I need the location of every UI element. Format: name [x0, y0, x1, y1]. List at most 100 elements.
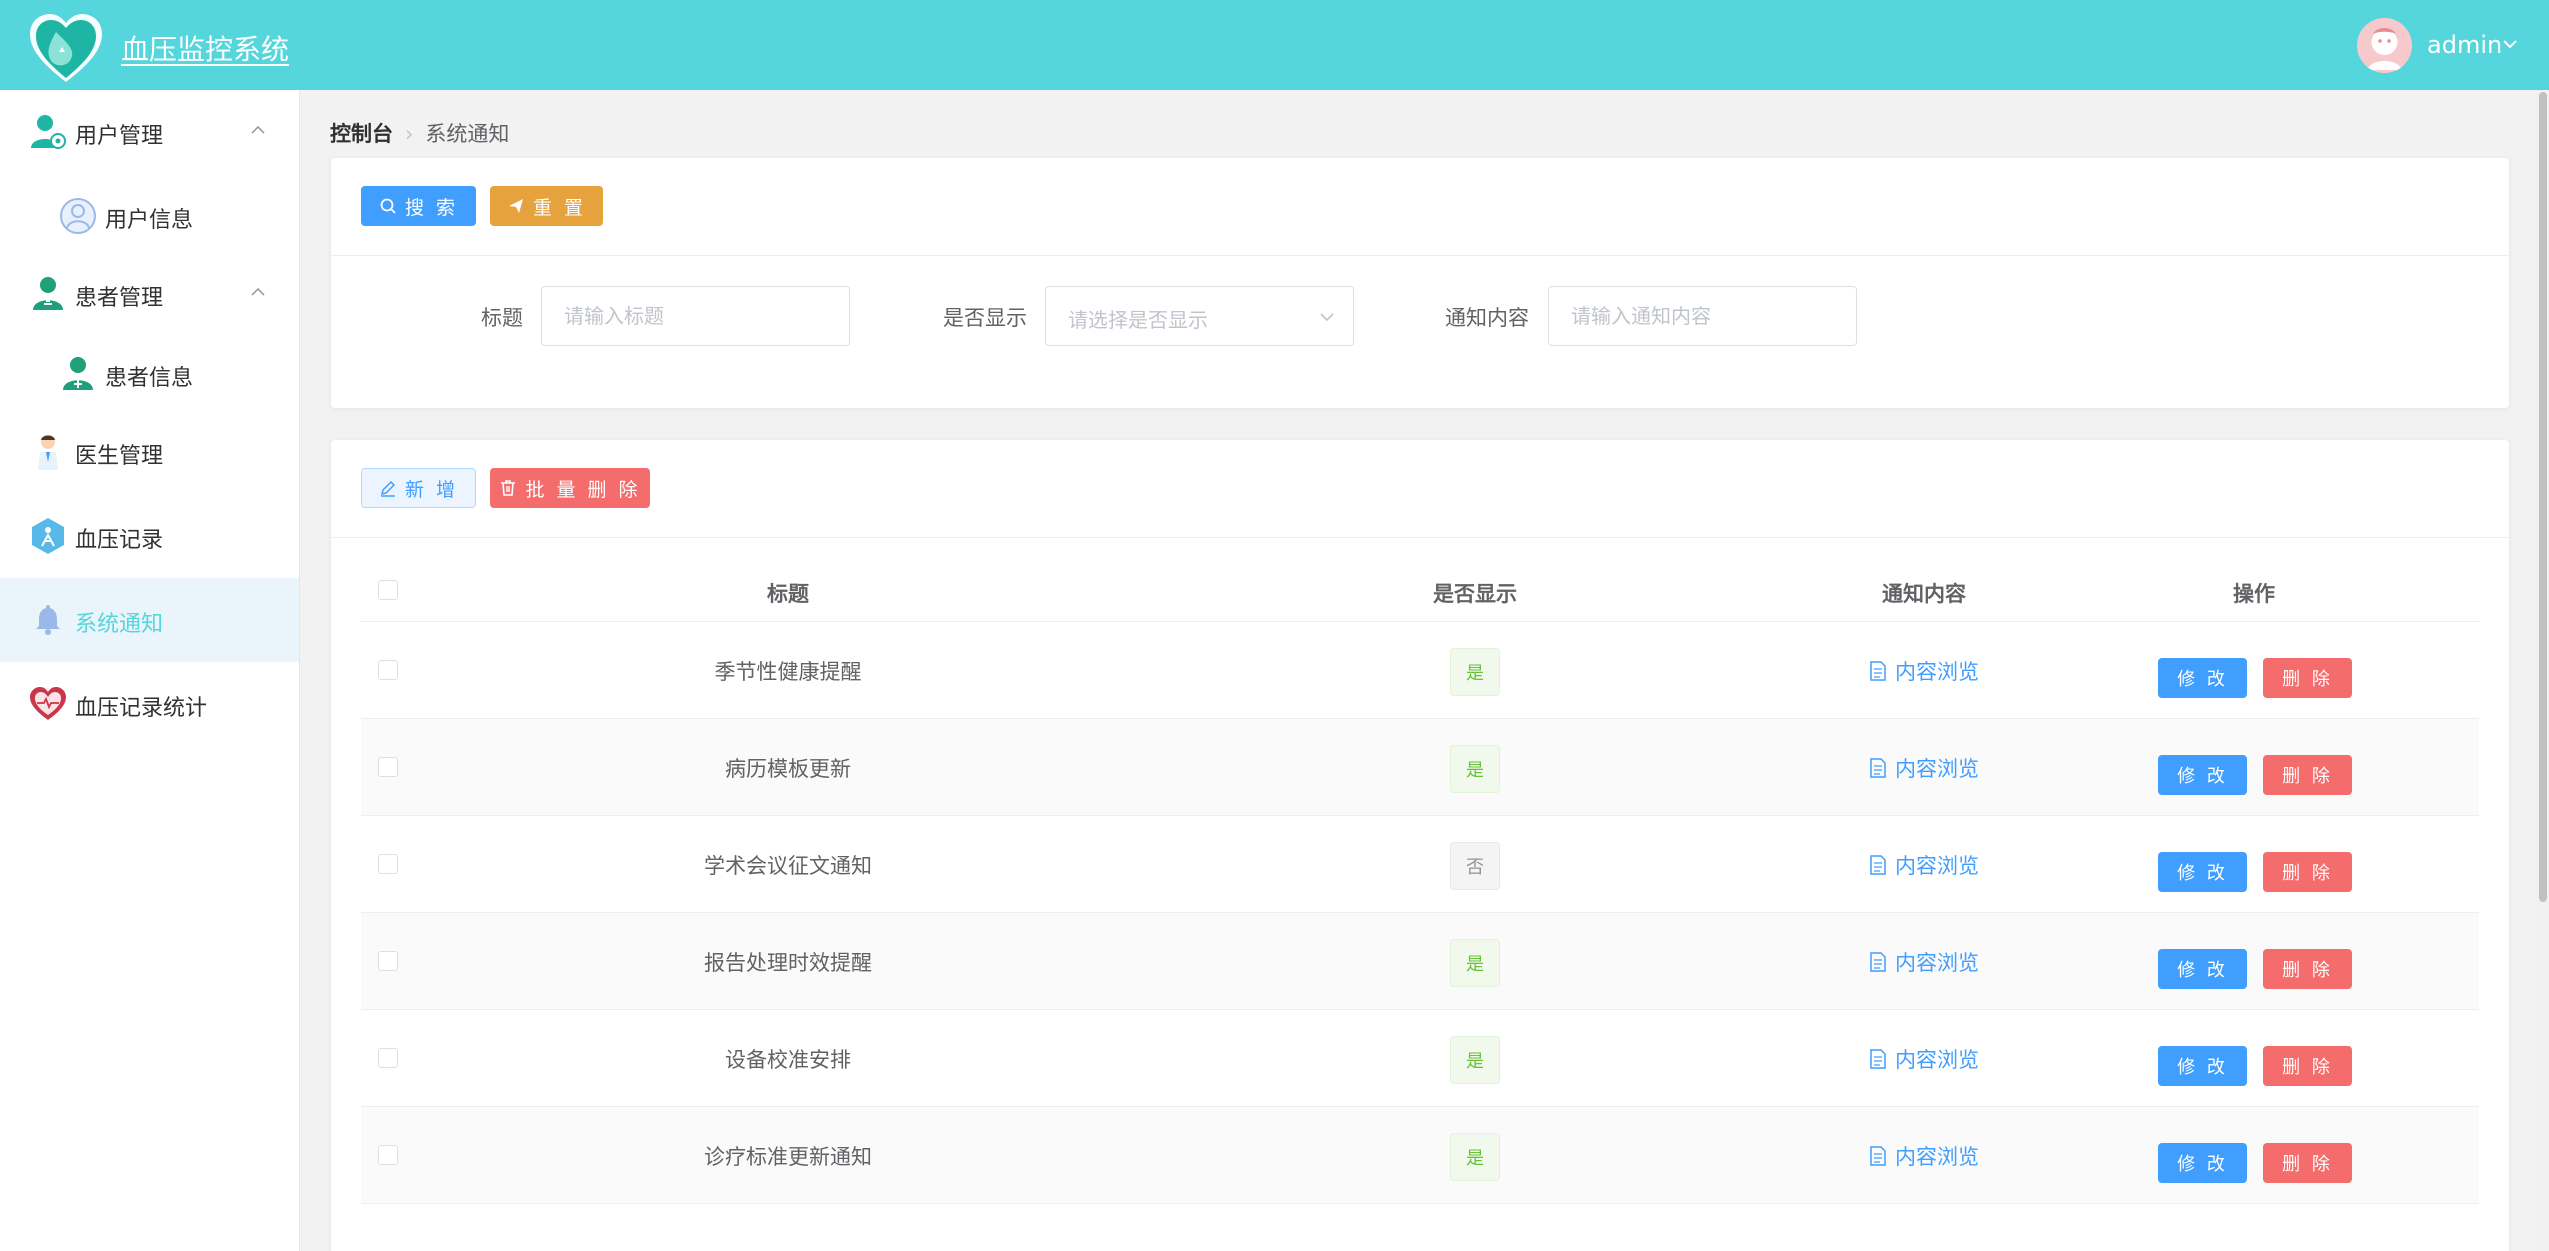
scrollbar-thumb[interactable]: [2539, 92, 2547, 902]
content-label: 通知内容: [1445, 306, 1529, 330]
sidebar-item-label: 系统通知: [75, 612, 164, 637]
row-checkbox[interactable]: [378, 660, 398, 680]
breadcrumb-home[interactable]: 控制台: [330, 122, 393, 146]
sidebar-item-bp-record[interactable]: 血压记录: [0, 494, 299, 578]
row-checkbox[interactable]: [378, 854, 398, 874]
search-card: 搜 索 重 置 标题 是否显示 请选择是否显示 通知内容: [331, 158, 2509, 408]
sidebar-item-label: 用户管理: [75, 124, 164, 149]
cell-title: 病历模板更新: [725, 757, 851, 781]
cell-title: 季节性健康提醒: [714, 660, 862, 684]
sidebar-item-bp-stat[interactable]: 血压记录统计: [0, 662, 299, 746]
sidebar-item-label: 血压记录: [75, 528, 164, 553]
patient-info-icon: [63, 357, 93, 390]
chevron-up-icon: [251, 287, 265, 296]
document-icon: [1870, 661, 1886, 681]
batch-delete-button[interactable]: 批 量 删 除: [490, 468, 650, 508]
col-header-show[interactable]: 是否显示: [1433, 578, 1517, 608]
cell-title: 设备校准安排: [725, 1048, 851, 1072]
delete-button[interactable]: 删 除: [2263, 1046, 2352, 1086]
sidebar-item-doctor[interactable]: 医生管理: [0, 410, 299, 494]
sidebar-item-user-info[interactable]: 用户信息: [0, 174, 299, 258]
col-header-content[interactable]: 通知内容: [1882, 578, 1966, 608]
document-icon: [1870, 952, 1886, 972]
sidebar-item-patient-manage[interactable]: 患者管理: [0, 252, 299, 336]
table-row: 诊疗标准更新通知 是 内容浏览 修 改 删 除: [361, 1107, 2479, 1204]
send-icon: [508, 199, 523, 213]
col-header-action: 操作: [2233, 582, 2275, 606]
document-icon: [1870, 855, 1886, 875]
edit-button[interactable]: 修 改: [2158, 755, 2247, 795]
status-badge: 是: [1450, 1133, 1500, 1181]
edit-button[interactable]: 修 改: [2158, 1143, 2247, 1183]
search-button[interactable]: 搜 索: [361, 186, 476, 226]
reset-button[interactable]: 重 置: [490, 186, 603, 226]
delete-button[interactable]: 删 除: [2263, 658, 2352, 698]
table-header: 标题 是否显示 通知内容 操作: [361, 558, 2479, 622]
chevron-down-icon[interactable]: [2500, 34, 2520, 54]
title-input[interactable]: [541, 286, 850, 346]
edit-button[interactable]: 修 改: [2158, 852, 2247, 892]
user-avatar[interactable]: [2357, 18, 2412, 73]
sidebar-item-label: 用户信息: [105, 208, 194, 233]
select-all-checkbox[interactable]: [378, 580, 398, 600]
user-info-icon: [60, 198, 96, 234]
table-row: 设备校准安排 是 内容浏览 修 改 删 除: [361, 1010, 2479, 1107]
user-name[interactable]: admin: [2427, 31, 2502, 59]
col-header-title[interactable]: 标题: [767, 578, 809, 608]
content-view-link[interactable]: 内容浏览: [1869, 850, 1979, 880]
document-icon: [1870, 758, 1886, 778]
trash-icon: [501, 480, 516, 496]
add-button[interactable]: 新 增: [361, 468, 476, 508]
edit-button[interactable]: 修 改: [2158, 1046, 2247, 1086]
title-label: 标题: [481, 306, 523, 330]
cell-title: 诊疗标准更新通知: [704, 1145, 872, 1169]
breadcrumb-separator-icon: ›: [405, 122, 414, 146]
cell-title: 报告处理时效提醒: [704, 951, 872, 975]
divider: [331, 255, 2509, 256]
delete-button[interactable]: 删 除: [2263, 852, 2352, 892]
user-manage-icon: [31, 115, 66, 149]
status-badge: 否: [1450, 842, 1500, 890]
sidebar-item-label: 医生管理: [75, 444, 164, 469]
heart-stat-icon: [30, 687, 66, 720]
document-icon: [1870, 1049, 1886, 1069]
document-icon: [1870, 1146, 1886, 1166]
delete-button[interactable]: 删 除: [2263, 755, 2352, 795]
content-input[interactable]: [1548, 286, 1857, 346]
content-view-link[interactable]: 内容浏览: [1869, 753, 1979, 783]
status-badge: 是: [1450, 648, 1500, 696]
status-badge: 是: [1450, 745, 1500, 793]
row-checkbox[interactable]: [378, 757, 398, 777]
sidebar-item-patient-info[interactable]: 患者信息: [0, 332, 299, 416]
delete-button[interactable]: 删 除: [2263, 949, 2352, 989]
content-view-link[interactable]: 内容浏览: [1869, 656, 1979, 686]
divider: [331, 537, 2509, 538]
top-header: 血压监控系统 admin: [0, 0, 2549, 90]
table-row: 病历模板更新 是 内容浏览 修 改 删 除: [361, 719, 2479, 816]
sidebar-item-label: 患者信息: [105, 366, 194, 391]
cell-title: 学术会议征文通知: [704, 854, 872, 878]
sidebar-item-label: 患者管理: [75, 286, 164, 311]
sidebar-item-user-manage[interactable]: 用户管理: [0, 90, 299, 174]
show-select[interactable]: 请选择是否显示: [1045, 286, 1354, 346]
patient-manage-icon: [33, 277, 63, 310]
sidebar-item-notice[interactable]: 系统通知: [0, 578, 299, 662]
edit-button[interactable]: 修 改: [2158, 949, 2247, 989]
row-checkbox[interactable]: [378, 951, 398, 971]
content-view-link[interactable]: 内容浏览: [1869, 947, 1979, 977]
delete-button[interactable]: 删 除: [2263, 1143, 2352, 1183]
content-view-link[interactable]: 内容浏览: [1869, 1044, 1979, 1074]
breadcrumb: 控制台 › 系统通知: [330, 118, 509, 148]
status-badge: 是: [1450, 939, 1500, 987]
breadcrumb-current: 系统通知: [425, 122, 510, 146]
row-checkbox[interactable]: [378, 1048, 398, 1068]
avatar-face-icon: [2357, 18, 2412, 73]
status-badge: 是: [1450, 1036, 1500, 1084]
content-view-link[interactable]: 内容浏览: [1869, 1141, 1979, 1171]
edit-icon: [380, 480, 396, 497]
row-checkbox[interactable]: [378, 1145, 398, 1165]
app-title[interactable]: 血压监控系统: [121, 28, 289, 68]
chevron-down-icon: [1320, 313, 1334, 322]
edit-button[interactable]: 修 改: [2158, 658, 2247, 698]
doctor-icon: [38, 435, 58, 470]
